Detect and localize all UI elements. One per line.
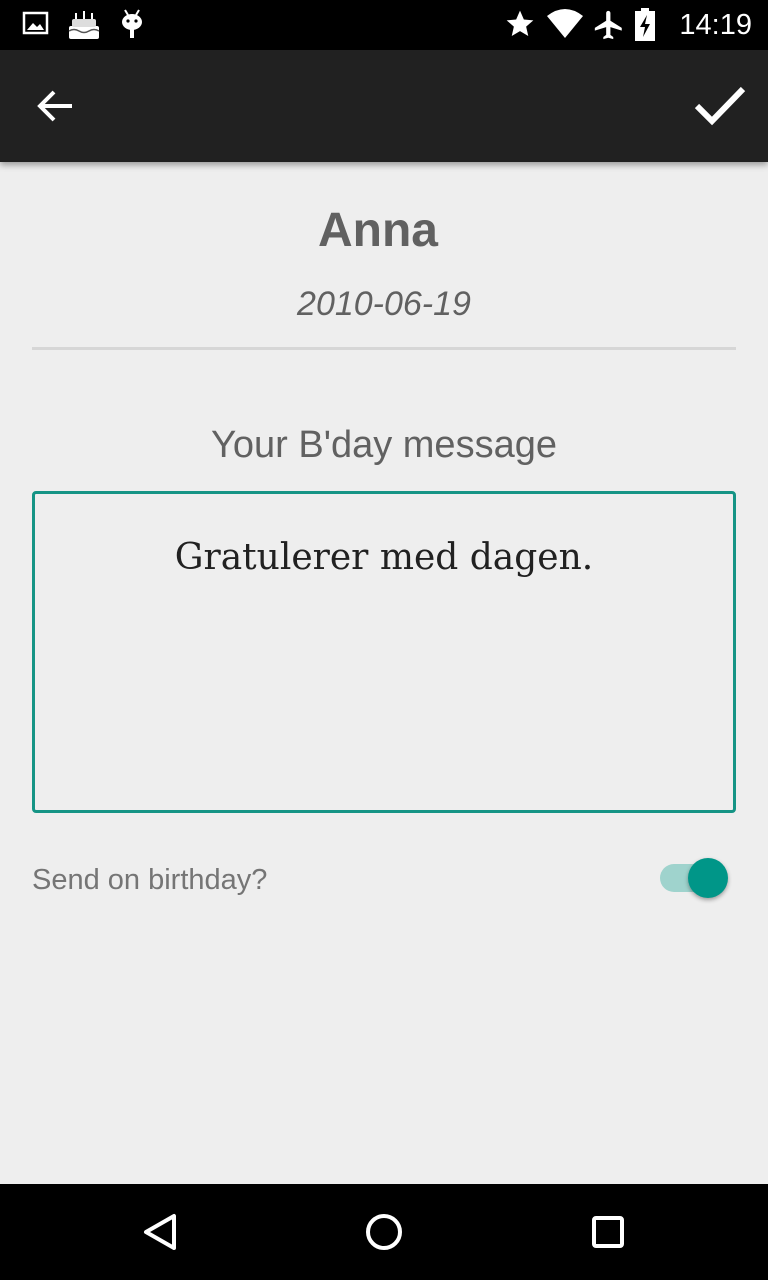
nav-recents-button[interactable] [584,1208,632,1256]
app-bar [0,50,768,162]
image-notification-icon [22,9,54,41]
message-label: Your B'day message [211,424,557,466]
airplane-mode-icon [592,8,628,42]
switch-thumb[interactable] [688,858,728,898]
battery-charging-icon [634,8,656,42]
divider [32,347,736,350]
navigation-bar [0,1184,768,1280]
message-input[interactable]: Gratulerer med dagen. [32,491,736,813]
send-on-birthday-label: Send on birthday? [32,864,268,896]
nav-home-button[interactable] [360,1208,408,1256]
wifi-icon [546,8,584,42]
main-content: Anna 2010-06-19 Your B'day message Gratu… [0,162,768,1184]
status-clock: 14:19 [679,9,752,41]
status-bar: 14:19 [0,0,768,50]
contact-name: Anna [318,204,438,257]
save-button[interactable] [684,74,756,138]
android-debug-icon [120,9,152,41]
recents-square-icon [584,1216,632,1260]
birthday-cake-icon [66,9,102,41]
nav-back-button[interactable] [136,1208,184,1256]
star-icon [504,8,538,42]
home-circle-icon [360,1214,408,1260]
message-text[interactable]: Gratulerer med dagen. [35,534,733,582]
birthday-date: 2010-06-19 [297,285,471,323]
back-button[interactable] [20,80,92,132]
back-triangle-icon [136,1214,184,1260]
send-on-birthday-switch[interactable] [654,858,734,902]
